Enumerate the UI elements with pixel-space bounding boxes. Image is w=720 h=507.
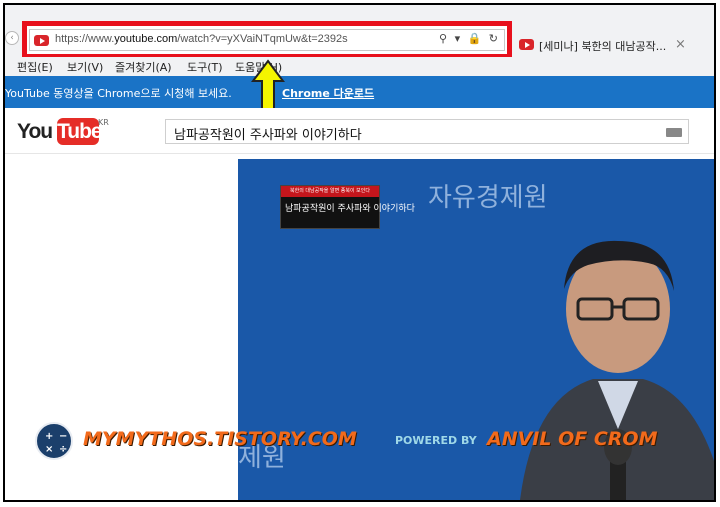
url-prefix: https://www.: [55, 33, 115, 45]
chrome-promo-banner: YouTube 동영상을 Chrome으로 시청해 보세요. Chrome 다운…: [5, 76, 714, 108]
address-bar-highlight: https://www.youtube.com/watch?v=yXVaiNTq…: [22, 21, 512, 59]
calculator-icon: + − × ÷: [35, 422, 73, 460]
url-text[interactable]: https://www.youtube.com/watch?v=yXVaiNTq…: [55, 33, 348, 45]
video-caption-box: 북한의 대남공작을 알면 종북이 보인다 남파공작원이 주사파와 이야기하다: [280, 185, 415, 229]
screenshot-frame: ‹ https://www.youtube.com/watch?v=yXVaiN…: [3, 3, 716, 502]
url-host: youtube.com: [114, 33, 178, 45]
up-arrow-icon: [251, 59, 285, 113]
menu-view[interactable]: 보기(V): [67, 59, 103, 75]
back-button[interactable]: ‹: [5, 31, 19, 45]
powered-by-text: POWERED BY: [395, 434, 477, 447]
tab-favicon-icon: [519, 39, 534, 50]
url-path: /watch?v=yXVaiNTqmUw&t=2392s: [177, 33, 348, 45]
video-watermark: 자유경제원: [428, 183, 548, 213]
brand-name: ANVIL OF CROM: [487, 428, 658, 450]
blog-watermark-overlay: + − × ÷ MYMYTHOS.TISTORY.COM POWERED BY …: [35, 422, 714, 462]
youtube-favicon-icon: [34, 35, 49, 46]
search-value: 남파공작원이 주사파와 이야기하다: [174, 128, 362, 143]
tab-close-icon[interactable]: ×: [675, 37, 686, 52]
browser-top-bar: ‹ https://www.youtube.com/watch?v=yXVaiN…: [5, 5, 714, 59]
caption-title: 남파공작원이 주사파와 이야기하다: [285, 204, 415, 214]
caption-header: 북한의 대남공작을 알면 종북이 보인다: [281, 186, 379, 197]
keyboard-icon[interactable]: [666, 128, 682, 137]
menu-favorites[interactable]: 즐겨찾기(A): [115, 59, 172, 75]
menu-bar: 편집(E) 보기(V) 즐겨찾기(A) 도구(T) 도움말(H): [5, 57, 714, 76]
search-input[interactable]: 남파공작원이 주사파와 이야기하다: [165, 119, 689, 144]
promo-text: YouTube 동영상을 Chrome으로 시청해 보세요.: [5, 87, 232, 100]
menu-edit[interactable]: 편집(E): [17, 59, 53, 75]
youtube-header: You Tube KR 남파공작원이 주사파와 이야기하다: [5, 108, 714, 154]
address-bar-icons[interactable]: ⚲ ▾ 🔒 ↻: [439, 32, 500, 45]
blog-name: MYMYTHOS.TISTORY.COM: [83, 428, 357, 450]
browser-tab[interactable]: [세미나] 북한의 대남공작...: [519, 35, 699, 55]
menu-tools[interactable]: 도구(T): [187, 59, 223, 75]
logo-tube: Tube: [57, 118, 103, 145]
tab-title: [세미나] 북한의 대남공작...: [539, 40, 667, 53]
logo-you: You: [17, 120, 53, 143]
address-bar[interactable]: https://www.youtube.com/watch?v=yXVaiNTq…: [29, 29, 505, 51]
region-code: KR: [98, 118, 109, 127]
chrome-download-link[interactable]: Chrome 다운로드: [282, 85, 374, 101]
